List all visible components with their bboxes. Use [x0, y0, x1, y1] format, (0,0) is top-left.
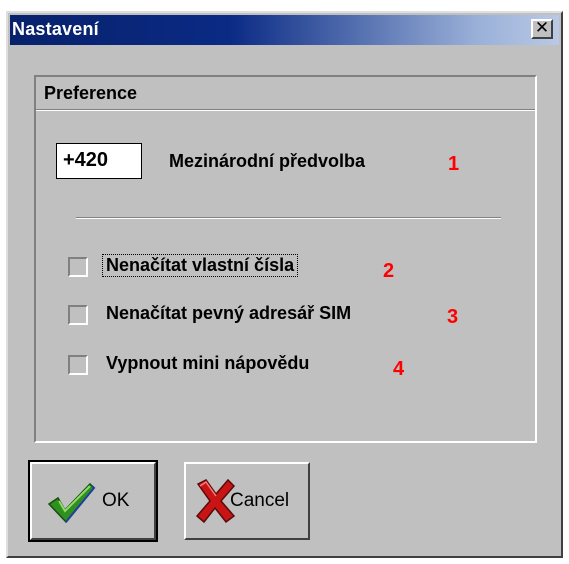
- dialog-title: Nastavení: [12, 19, 99, 39]
- group-header-divider: [36, 110, 535, 111]
- close-icon: ✕: [534, 18, 550, 38]
- annotation-marker-1: 1: [448, 153, 460, 175]
- separator: [76, 217, 501, 219]
- option-label-sim-addressbook[interactable]: Nenačítat pevný adresář SIM: [103, 303, 354, 324]
- checkbox-own-numbers[interactable]: [68, 257, 88, 277]
- ok-button-label: OK: [102, 490, 130, 511]
- cancel-button-label: Cancel: [230, 490, 290, 511]
- option-label-own-numbers[interactable]: Nenačítat vlastní čísla: [101, 254, 299, 277]
- annotation-marker-3: 3: [447, 306, 459, 328]
- checkbox-sim-addressbook[interactable]: [68, 305, 88, 325]
- country-prefix-label: Mezinárodní předvolba: [169, 151, 366, 171]
- annotation-marker-2: 2: [383, 260, 395, 282]
- settings-dialog: Nastavení ✕ Preference +420 Mezinárodní …: [6, 11, 563, 558]
- cancel-button[interactable]: Cancel: [184, 462, 310, 540]
- ok-button[interactable]: OK: [28, 460, 158, 542]
- checkbox-mini-help[interactable]: [68, 355, 88, 375]
- group-header: Preference: [36, 77, 535, 110]
- group-title: Preference: [44, 83, 138, 103]
- preference-group: Preference +420 Mezinárodní předvolba 1 …: [34, 75, 537, 443]
- title-bar[interactable]: Nastavení ✕: [10, 15, 559, 45]
- annotation-marker-4: 4: [393, 358, 405, 380]
- country-prefix-input[interactable]: +420: [56, 143, 142, 179]
- close-button[interactable]: ✕: [531, 19, 553, 39]
- option-label-mini-help[interactable]: Vypnout mini nápovědu: [103, 353, 312, 374]
- checkmark-icon: [47, 482, 96, 524]
